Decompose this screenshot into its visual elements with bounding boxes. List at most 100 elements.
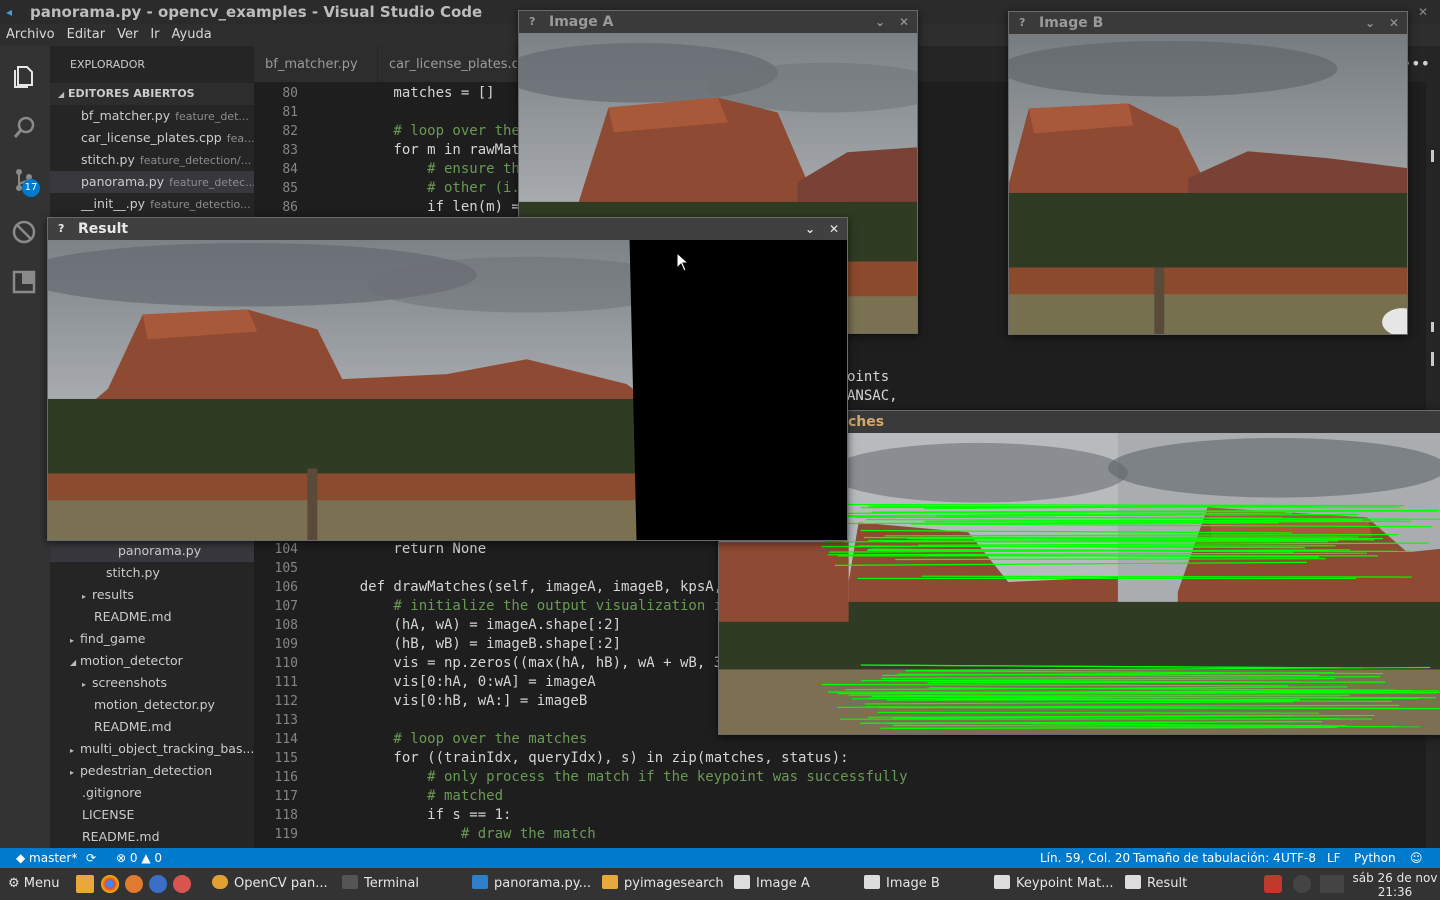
menu-ver[interactable]: Ver [117, 24, 138, 46]
window-titlebar[interactable]: ? Image B ⌄ ✕ [1009, 12, 1407, 34]
tree-file[interactable]: .gitignore [50, 782, 254, 804]
tree-file[interactable]: stitch.py [50, 562, 254, 584]
line-ending[interactable]: LF [1327, 848, 1341, 868]
feedback-smiley-icon[interactable]: ☺ [1410, 848, 1423, 868]
tree-file-selected[interactable]: panorama.py [50, 540, 254, 562]
open-editor-item[interactable]: bf_matcher.py feature_det... [50, 105, 254, 127]
window-titlebar[interactable]: ? Image A ⌄ ✕ [519, 11, 917, 33]
open-editor-item[interactable]: car_license_plates.cpp fea... [50, 127, 254, 149]
panorama-photo [48, 240, 847, 540]
tree-label: screenshots [92, 675, 168, 690]
open-editor-item[interactable]: stitch.py feature_detection/... [50, 149, 254, 171]
task-chrome[interactable]: OpenCV pan... [212, 868, 330, 900]
close-icon[interactable]: ✕ [1389, 12, 1399, 34]
tab-bf-matcher[interactable]: bf_matcher.py [254, 46, 378, 82]
tab-size[interactable]: Tamaño de tabulación: 4 [1133, 848, 1281, 868]
mail-launcher-icon[interactable] [173, 875, 191, 893]
task-terminal[interactable]: Terminal [342, 868, 462, 900]
close-icon[interactable]: ✕ [899, 11, 909, 33]
network-icon[interactable] [1293, 875, 1311, 893]
chevron-right-icon: ▸ [70, 768, 75, 777]
menu-archivo[interactable]: Archivo [6, 24, 55, 46]
match-line [886, 698, 1300, 701]
tree-folder[interactable]: ▸ screenshots [50, 672, 254, 694]
minimize-icon[interactable]: ⌄ [875, 11, 885, 33]
encoding[interactable]: UTF-8 [1281, 848, 1316, 868]
git-branch-icon: ◆ [16, 851, 30, 865]
close-icon[interactable]: ✕ [1418, 0, 1428, 24]
extensions-icon[interactable] [10, 268, 40, 298]
line-number: 118 [274, 808, 298, 823]
cursor-position[interactable]: Lín. 59, Col. 20 [1040, 848, 1130, 868]
tree-label: .gitignore [82, 785, 142, 800]
tree-folder[interactable]: ▸ results [50, 584, 254, 606]
sync-icon[interactable]: ⟳ [86, 848, 96, 868]
tree-folder[interactable]: ▸ find_game [50, 628, 254, 650]
files-launcher-icon[interactable] [76, 875, 94, 893]
close-icon[interactable]: ✕ [829, 218, 839, 240]
tree-label: panorama.py [118, 543, 202, 558]
mouse-cursor-icon [676, 252, 690, 272]
menu-ir[interactable]: Ir [150, 24, 159, 46]
menu-label: Menu [23, 876, 60, 891]
task-result[interactable]: Result [1125, 868, 1245, 900]
battery-icon[interactable] [1320, 875, 1344, 893]
line-number: 105 [274, 561, 298, 576]
code-line: vis = np.zeros((max(hA, hB), wA + wB, 3 [326, 655, 723, 671]
code-line: # only process the match if the keypoint… [326, 769, 908, 785]
window-title: Image A [549, 14, 614, 30]
tree-label: stitch.py [106, 565, 160, 580]
shield-icon[interactable] [1264, 875, 1282, 893]
task-keypoint-matches[interactable]: Keypoint Mat... [994, 868, 1114, 900]
tree-label: README.md [94, 609, 172, 624]
code-line: def drawMatches(self, imageA, imageB, kp… [326, 579, 723, 595]
clock-time: 21:36 [1377, 885, 1413, 899]
task-vscode[interactable]: panorama.py... [472, 868, 594, 900]
clock[interactable]: sáb 26 de nov 21:36 [1350, 868, 1440, 900]
branch-indicator[interactable]: ◆ master* [16, 848, 77, 868]
task-image-a[interactable]: Image A [734, 868, 854, 900]
chrome-launcher-icon[interactable] [101, 875, 119, 893]
tree-file[interactable]: README.md [50, 606, 254, 628]
line-number: 81 [282, 105, 298, 120]
task-image-b[interactable]: Image B [864, 868, 984, 900]
code-fragment: oints [847, 369, 890, 385]
problems-indicator[interactable]: ⊗ 0 ▲ 0 [116, 848, 162, 868]
open-editor-item[interactable]: __init__.py feature_detectio... [50, 193, 254, 215]
start-menu-button[interactable]: ⚙ Menu [8, 868, 60, 900]
tree-file[interactable]: README.md [50, 716, 254, 738]
app-icon: ? [529, 15, 536, 28]
sublime-launcher-icon[interactable] [125, 875, 143, 893]
tree-file[interactable]: motion_detector.py [50, 694, 254, 716]
menu-ayuda[interactable]: Ayuda [172, 24, 212, 46]
search-icon[interactable] [10, 114, 40, 144]
tree-folder[interactable]: ◢ motion_detector [50, 650, 254, 672]
tree-folder[interactable]: ▸ multi_object_tracking_bas... [50, 738, 254, 760]
window-title: Result [78, 221, 129, 237]
explorer-header: EXPLORADOR [70, 58, 146, 71]
task-folder[interactable]: pyimagesearch [602, 868, 726, 900]
firefox-launcher-icon[interactable] [149, 875, 167, 893]
minimize-icon[interactable]: ⌄ [805, 218, 815, 240]
tree-file[interactable]: README.md [50, 826, 254, 848]
menu-editar[interactable]: Editar [67, 24, 106, 46]
match-line [821, 545, 1336, 548]
result-window[interactable]: ? Result ⌄ ✕ [47, 217, 848, 541]
window-titlebar[interactable]: ? Result ⌄ ✕ [48, 218, 847, 240]
language-mode[interactable]: Python [1354, 848, 1396, 868]
tree-file[interactable]: LICENSE [50, 804, 254, 826]
open-editor-item-active[interactable]: panorama.py feature_detec... [50, 171, 254, 193]
minimize-icon[interactable]: ⌄ [1365, 12, 1375, 34]
line-number: 86 [282, 200, 298, 215]
line-number: 84 [282, 162, 298, 177]
image-b-window[interactable]: ? Image B ⌄ ✕ [1008, 11, 1408, 335]
line-number: 109 [274, 637, 298, 652]
code-line: (hB, wB) = imageB.shape[:2] [326, 636, 622, 652]
tree-folder[interactable]: ▸ pedestrian_detection [50, 760, 254, 782]
debug-icon[interactable] [10, 218, 40, 248]
tree-label: motion_detector.py [94, 697, 215, 712]
code-line: (hA, wA) = imageA.shape[:2] [326, 617, 622, 633]
open-editors-section[interactable]: ◢ EDITORES ABIERTOS [50, 83, 254, 105]
tab-car-license-plates[interactable]: car_license_plates.cpp [378, 46, 518, 82]
files-icon[interactable] [10, 62, 40, 92]
